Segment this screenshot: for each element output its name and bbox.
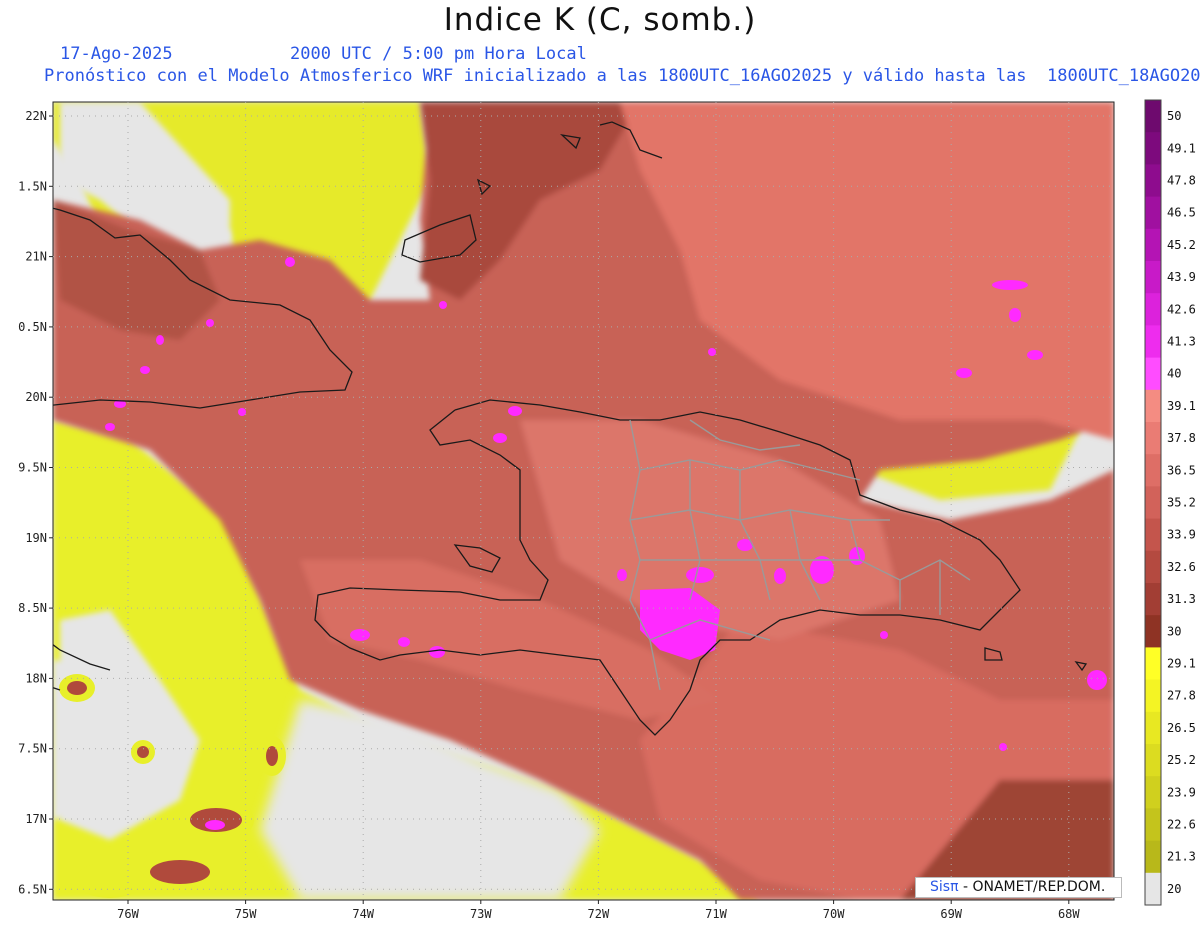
colorbar-swatch — [1145, 647, 1161, 681]
colorbar-label: 49.1 — [1167, 141, 1196, 155]
colorbar-swatch — [1145, 389, 1161, 423]
lat-label: 18N — [25, 671, 47, 685]
colorbar-label: 30 — [1167, 624, 1181, 638]
lon-label: 75W — [235, 907, 257, 921]
colorbar-swatch — [1145, 518, 1161, 552]
lat-label: 19N — [25, 531, 47, 545]
colorbar-swatch — [1145, 100, 1161, 133]
latitude-labels: 22N 1.5N 21N 0.5N 20N 9.5N 19N 8.5N 18N 7.5N 17N 6.… — [18, 109, 47, 896]
forecast-date: 17-Ago-2025 — [60, 44, 173, 64]
colorbar-label: 21.3 — [1167, 850, 1196, 864]
colorbar-label: 45.2 — [1167, 238, 1196, 252]
colorbar-label: 37.8 — [1167, 431, 1196, 445]
colorbar-label: 27.8 — [1167, 689, 1196, 703]
colorbar-label: 20 — [1167, 882, 1181, 896]
colorbar-label: 50 — [1167, 109, 1181, 123]
lon-label: 72W — [588, 907, 610, 921]
model-description: Pronóstico con el Modelo Atmosferico WRF… — [44, 66, 1200, 86]
lon-label: 69W — [940, 907, 962, 921]
colorbar-swatch — [1145, 261, 1161, 294]
colorbar-swatch — [1145, 422, 1161, 455]
colorbar-swatch — [1145, 583, 1161, 616]
lat-label: 8.5N — [18, 601, 47, 615]
colorbar-swatch — [1145, 615, 1161, 648]
colorbar-swatch — [1145, 711, 1161, 745]
lon-label: 76W — [117, 907, 139, 921]
plot-area — [53, 102, 1114, 900]
colorbar-swatch — [1145, 196, 1161, 230]
colorbar: 50 49.1 47.8 46.5 45.2 43.9 42.6 41.3 40 39.1 37.8… — [1144, 99, 1196, 906]
colorbar-swatch — [1145, 744, 1161, 777]
colorbar-swatch — [1145, 228, 1161, 262]
credit-box: Sisπ - ONAMET/REP.DOM. — [915, 877, 1122, 898]
colorbar-label: 40 — [1167, 367, 1181, 381]
colorbar-label: 31.3 — [1167, 592, 1196, 606]
colorbar-swatch — [1145, 164, 1161, 198]
colorbar-label: 32.6 — [1167, 560, 1196, 574]
colorbar-label: 41.3 — [1167, 335, 1196, 349]
lat-label: 0.5N — [18, 320, 47, 334]
colorbar-label: 47.8 — [1167, 174, 1196, 188]
colorbar-swatch — [1145, 679, 1161, 713]
map-title: Indice K (C, somb.) — [443, 2, 757, 38]
colorbar-swatch — [1145, 293, 1161, 326]
colorbar-label: 25.2 — [1167, 753, 1196, 767]
lat-label: 1.5N — [18, 179, 47, 193]
lon-label: 74W — [352, 907, 374, 921]
colorbar-label: 46.5 — [1167, 206, 1196, 220]
forecast-time: 2000 UTC / 5:00 pm Hora Local — [290, 44, 587, 64]
colorbar-swatch — [1145, 776, 1161, 809]
colorbar-swatch — [1145, 550, 1161, 584]
lat-label: 17N — [25, 812, 47, 826]
longitude-labels: 76W 75W 74W 73W 72W 71W 70W 69W 68W — [117, 907, 1080, 921]
colorbar-label: 26.5 — [1167, 721, 1196, 735]
colorbar-label: 22.6 — [1167, 818, 1196, 832]
colorbar-label: 23.9 — [1167, 785, 1196, 799]
colorbar-label: 42.6 — [1167, 302, 1196, 316]
lat-label: 20N — [25, 390, 47, 404]
colorbar-label: 36.5 — [1167, 463, 1196, 477]
colorbar-swatch — [1145, 357, 1161, 391]
colorbar-label: 35.2 — [1167, 496, 1196, 510]
lat-label: 6.5N — [18, 882, 47, 896]
colorbar-swatch — [1145, 808, 1161, 842]
forecast-map: 22N 1.5N 21N 0.5N 20N 9.5N 19N 8.5N 18N 7.5N 17N 6.… — [18, 99, 1196, 921]
colorbar-swatch — [1145, 840, 1161, 874]
lon-label: 70W — [823, 907, 845, 921]
lon-label: 73W — [470, 907, 492, 921]
lat-label: 7.5N — [18, 742, 47, 756]
colorbar-swatch — [1145, 872, 1161, 906]
colorbar-swatch — [1145, 486, 1161, 520]
colorbar-label: 33.9 — [1167, 528, 1196, 542]
credit-text: - ONAMET/REP.DOM. — [958, 879, 1106, 895]
lat-label: 21N — [25, 250, 47, 264]
lon-label: 68W — [1058, 907, 1080, 921]
colorbar-label: 39.1 — [1167, 399, 1196, 413]
colorbar-label: 29.1 — [1167, 657, 1196, 671]
brand-logo-text: Sisπ — [930, 879, 959, 895]
colorbar-swatch — [1145, 454, 1161, 487]
colorbar-swatch — [1145, 132, 1161, 165]
colorbar-label: 43.9 — [1167, 270, 1196, 284]
lat-label: 9.5N — [18, 461, 47, 475]
colorbar-swatch — [1145, 325, 1161, 359]
lat-label: 22N — [25, 109, 47, 123]
lon-label: 71W — [705, 907, 727, 921]
